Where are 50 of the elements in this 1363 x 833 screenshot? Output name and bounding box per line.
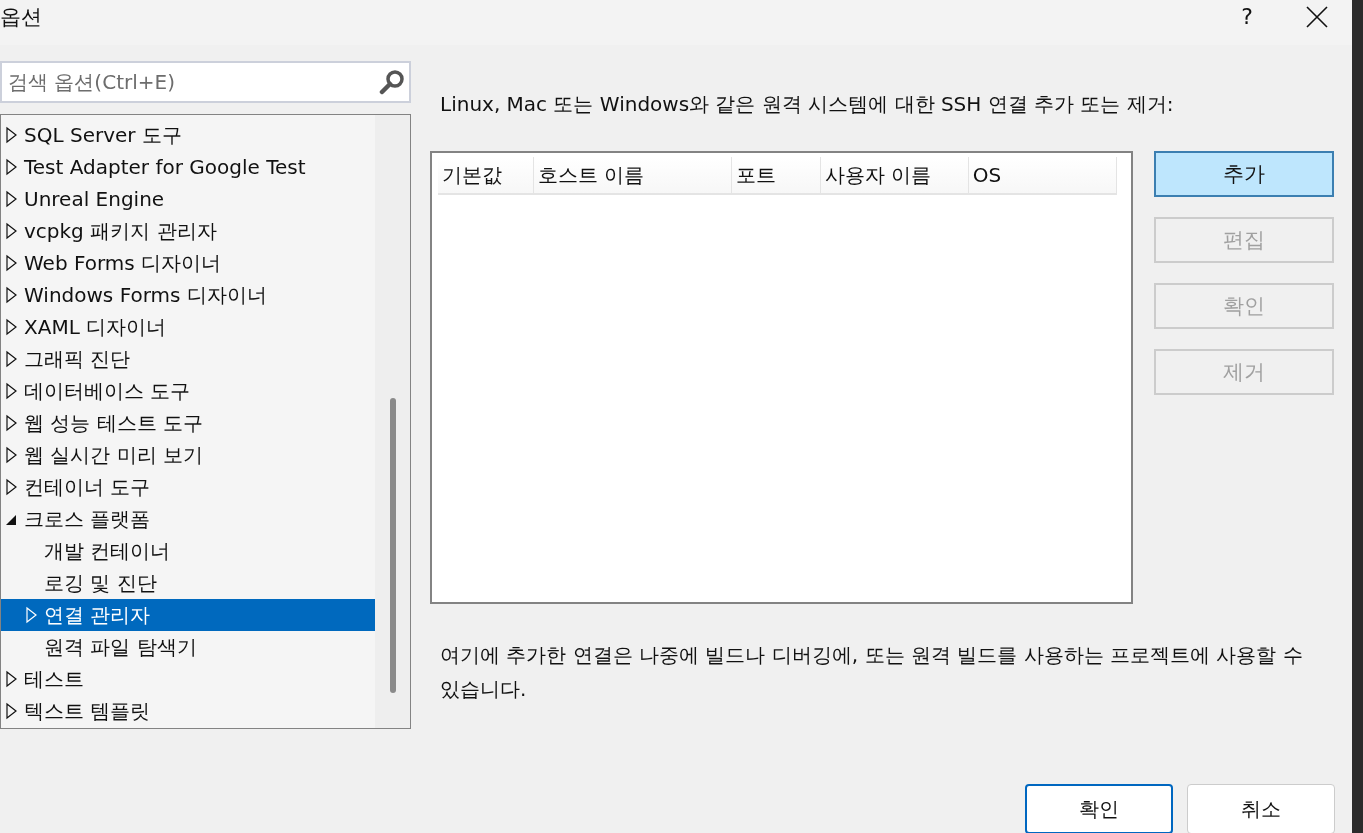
expand-arrow-icon[interactable] <box>5 126 19 144</box>
expand-arrow-icon[interactable] <box>5 478 19 496</box>
tree-item[interactable]: Web Forms 디자이너 <box>1 247 375 279</box>
tree-item[interactable]: SQL Server 도구 <box>1 119 375 151</box>
expand-arrow-icon[interactable] <box>5 670 19 688</box>
tree-item[interactable]: 그래픽 진단 <box>1 343 375 375</box>
column-header[interactable]: 호스트 이름 <box>533 157 732 193</box>
tree-item[interactable]: vcpkg 패키지 관리자 <box>1 215 375 247</box>
expand-arrow-icon[interactable] <box>5 414 19 432</box>
scrollbar[interactable] <box>375 115 410 728</box>
expand-arrow-icon[interactable] <box>5 222 19 240</box>
expand-arrow-icon[interactable] <box>5 382 19 400</box>
tree-item[interactable]: 웹 성능 테스트 도구 <box>1 407 375 439</box>
expand-arrow-icon[interactable] <box>5 318 19 336</box>
expand-arrow-icon[interactable] <box>5 254 19 272</box>
tree-item[interactable]: Unreal Engine <box>1 183 375 215</box>
note-text: 여기에 추가한 연결은 나중에 빌드나 디버깅에, 또는 원격 빌드를 사용하는 프로젝트에 사용할 수 있습니다. <box>439 642 1304 703</box>
tree-item[interactable]: 로깅 및 진단 <box>1 567 375 599</box>
expand-arrow-icon[interactable] <box>5 446 19 464</box>
tree-item[interactable]: 데이터베이스 도구 <box>1 375 375 407</box>
expand-arrow-icon[interactable] <box>5 286 19 304</box>
tree-item[interactable]: Test Adapter for Google Test <box>1 151 375 183</box>
action-button[interactable]: 추가 <box>1154 151 1334 197</box>
tree-item[interactable]: 테스트 <box>1 663 375 695</box>
search-field[interactable]: 검색 옵션(Ctrl+E) <box>0 61 411 103</box>
tree-item[interactable]: 연결 관리자 <box>1 599 375 631</box>
tree-item[interactable]: 개발 컨테이너 <box>1 535 375 567</box>
ok-button[interactable]: 확인 <box>1025 784 1173 833</box>
tree-item[interactable]: 컨테이너 도구 <box>1 471 375 503</box>
close-icon <box>1306 5 1328 28</box>
tree-item[interactable]: 원격 파일 탐색기 <box>1 631 375 663</box>
tree-item[interactable]: Windows Forms 디자이너 <box>1 279 375 311</box>
window-title: 옵션 <box>0 3 43 31</box>
column-header[interactable]: 포트 <box>731 157 821 193</box>
tree-item[interactable]: 웹 실시간 미리 보기 <box>1 439 375 471</box>
cancel-button[interactable]: 취소 <box>1187 784 1335 833</box>
description-text: Linux, Mac 또는 Windows와 같은 원격 시스템에 대한 SSH 연결 추가 또는 제거: <box>439 91 1175 118</box>
expand-arrow-icon[interactable] <box>5 158 19 176</box>
column-header[interactable]: 기본값 <box>438 157 534 193</box>
column-header[interactable]: OS <box>968 157 1117 193</box>
scrollbar-thumb[interactable] <box>389 398 396 693</box>
tree-item[interactable]: 텍스트 템플릿 <box>1 695 375 727</box>
tree-item[interactable]: 크로스 플랫폼 <box>1 503 375 535</box>
expand-arrow-icon[interactable] <box>5 190 19 208</box>
column-header[interactable]: 사용자 이름 <box>820 157 969 193</box>
tree-item[interactable]: XAML 디자이너 <box>1 311 375 343</box>
search-icon <box>379 69 405 95</box>
expand-arrow-icon[interactable] <box>5 702 19 720</box>
expand-arrow-icon[interactable] <box>5 350 19 368</box>
help-button[interactable]: ? <box>1212 0 1282 45</box>
